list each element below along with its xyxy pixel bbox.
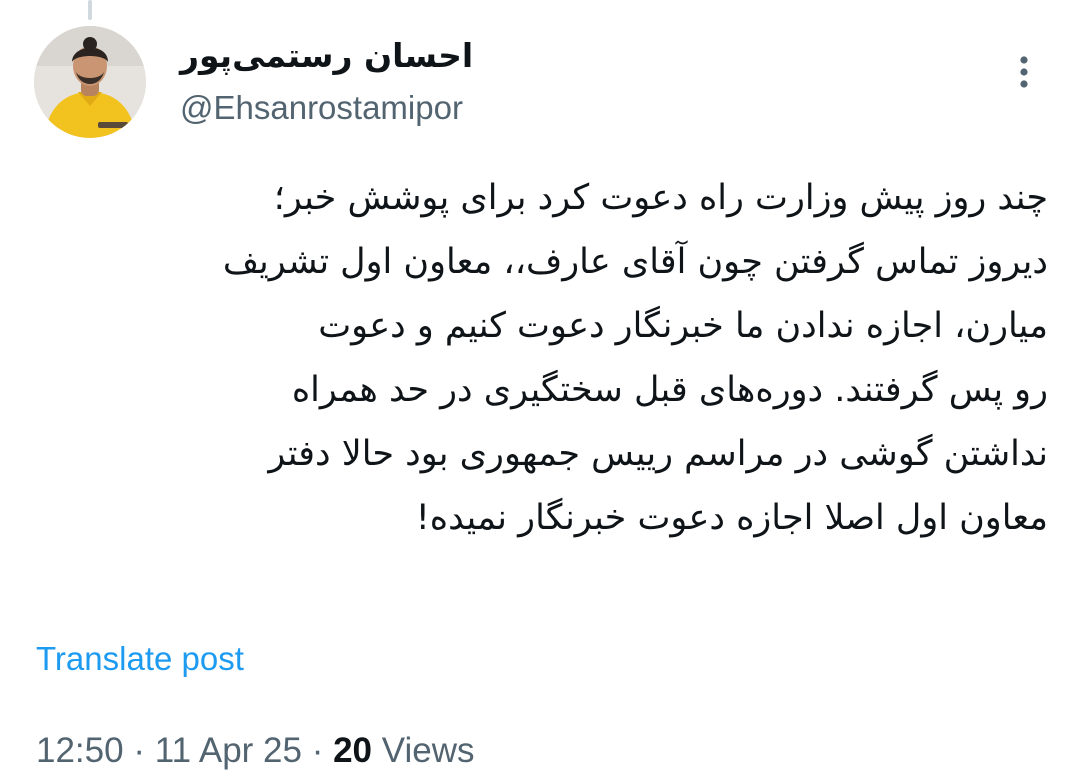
tweet-text: چند روز پیش وزارت راه دعوت کرد برای پوشش… xyxy=(222,178,1048,538)
tweet-date[interactable]: 11 Apr 25 xyxy=(155,731,302,770)
meta-separator: · xyxy=(311,731,324,770)
meta-separator: · xyxy=(133,731,145,770)
avatar[interactable] xyxy=(34,26,146,138)
more-vertical-icon xyxy=(1020,56,1028,88)
translate-post-link[interactable]: Translate post xyxy=(36,636,244,682)
thread-connector-line xyxy=(88,0,92,20)
tweet-metadata: 12:50 · 11 Apr 25 · 20 Views xyxy=(36,726,475,776)
author-info: احسان رستمی‌پور @Ehsanrostamipor xyxy=(180,30,780,130)
person-avatar-icon xyxy=(34,26,146,138)
views-label: Views xyxy=(381,731,475,770)
author-handle[interactable]: @Ehsanrostamipor xyxy=(180,86,780,130)
more-options-button[interactable] xyxy=(1000,48,1048,96)
views-count[interactable]: 20 xyxy=(333,731,372,770)
tweet-time[interactable]: 12:50 xyxy=(36,731,124,770)
author-display-name[interactable]: احسان رستمی‌پور xyxy=(180,30,780,82)
